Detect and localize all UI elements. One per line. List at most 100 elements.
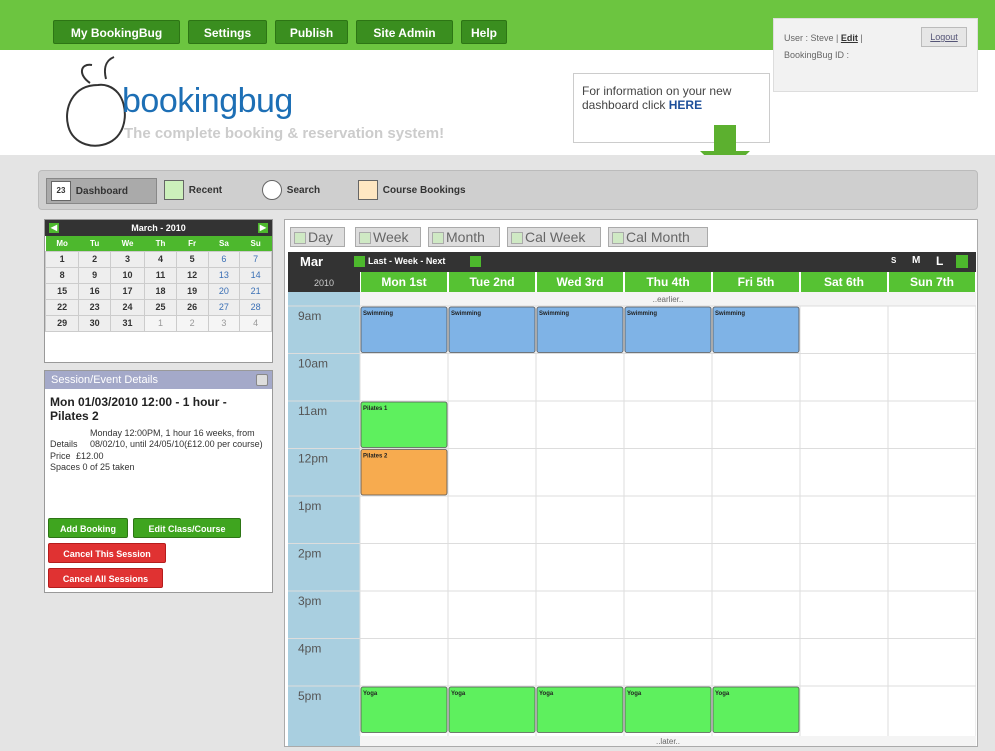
mini-calendar-day[interactable]: 8 xyxy=(44,266,80,284)
mini-calendar-day[interactable]: 28 xyxy=(239,298,272,316)
month-label: Mar xyxy=(300,254,324,269)
nav-site-admin[interactable]: Site Admin xyxy=(356,20,453,44)
next-month-arrow-icon[interactable]: ▶ xyxy=(258,223,268,233)
view-cal-week-icon xyxy=(511,232,523,245)
mini-calendar-day[interactable]: 22 xyxy=(44,298,80,316)
mini-calendar-day[interactable]: 21 xyxy=(239,282,272,300)
mini-calendar-day[interactable]: 7 xyxy=(239,250,272,268)
mini-calendar: ◀ March - 2010 ▶ Mo Tu We Th Fr Sa Su 1 2 3 4 5 6 7 8 9… xyxy=(44,219,273,363)
logout-button[interactable]: Logout xyxy=(921,27,967,47)
view-day-icon xyxy=(294,232,306,245)
mini-calendar-day[interactable]: 1 xyxy=(144,314,177,332)
view-day-button[interactable]: Day xyxy=(290,227,345,247)
mini-calendar-day[interactable]: 27 xyxy=(207,298,241,316)
search-icon xyxy=(262,180,282,201)
info-here-link[interactable]: HERE xyxy=(669,98,702,112)
view-cal-week-button[interactable]: Cal Week xyxy=(507,227,601,247)
day-header-label: Thu 4th xyxy=(646,275,689,289)
details-header: Session/Event Details xyxy=(51,374,158,386)
size-l-button[interactable]: L xyxy=(936,254,943,268)
day-header-label: Sun 7th xyxy=(910,275,954,289)
mini-calendar-day[interactable]: 3 xyxy=(207,314,241,332)
hour-label: 1pm xyxy=(298,499,321,513)
mini-calendar-day[interactable]: 4 xyxy=(239,314,272,332)
mini-calendar-day[interactable]: 13 xyxy=(207,266,241,284)
mini-calendar-day[interactable]: 15 xyxy=(44,282,80,300)
next-week-icon[interactable] xyxy=(470,256,481,267)
day-header-label: Tue 2nd xyxy=(469,275,514,289)
mini-calendar-day[interactable]: 30 xyxy=(78,314,111,332)
weekday-header: We xyxy=(110,236,145,251)
event-label: Yoga xyxy=(451,691,466,697)
tab-course-bookings[interactable]: Course Bookings xyxy=(358,178,466,204)
week-calendar-grid: 2010 Mon 1st Tue 2nd Wed 3rd Thu 4th Fri 5th S… xyxy=(288,272,976,746)
mini-calendar-day[interactable]: 12 xyxy=(175,266,209,284)
mini-calendar-day[interactable]: 26 xyxy=(175,298,209,316)
event-label: Yoga xyxy=(715,691,730,697)
minimize-icon[interactable] xyxy=(256,374,268,386)
tab-recent[interactable]: Recent xyxy=(164,178,222,204)
event-label: Swimming xyxy=(539,311,569,317)
mini-calendar-day[interactable]: 2 xyxy=(78,250,111,268)
recent-icon xyxy=(164,180,184,201)
day-header-label: Sat 6th xyxy=(824,275,864,289)
mini-calendar-day[interactable]: 11 xyxy=(144,266,177,284)
mini-calendar-day[interactable]: 10 xyxy=(109,266,146,284)
event-label: Yoga xyxy=(363,691,378,697)
week-nav-label[interactable]: Last - Week - Next xyxy=(368,256,445,266)
nav-help[interactable]: Help xyxy=(461,20,507,44)
mini-calendar-day[interactable]: 23 xyxy=(78,298,111,316)
prev-month-arrow-icon[interactable]: ◀ xyxy=(49,223,59,233)
view-cal-month-button[interactable]: Cal Month xyxy=(608,227,708,247)
mini-calendar-day[interactable]: 31 xyxy=(109,314,146,332)
event-label: Yoga xyxy=(627,691,642,697)
nav-my-bookingbug[interactable]: My BookingBug xyxy=(53,20,180,44)
mini-calendar-day[interactable]: 9 xyxy=(78,266,111,284)
view-cal-month-label: Cal Month xyxy=(626,229,690,245)
mini-calendar-day[interactable]: 18 xyxy=(144,282,177,300)
day-header-label: Fri 5th xyxy=(738,275,775,289)
mini-calendar-day[interactable]: 6 xyxy=(207,250,241,268)
mini-calendar-day[interactable]: 24 xyxy=(109,298,146,316)
event-label: Pilates 1 xyxy=(363,406,388,412)
separator: | xyxy=(860,33,863,43)
session-details-panel: Session/Event Details Mon 01/03/2010 12:… xyxy=(44,370,273,593)
cancel-all-sessions-button[interactable]: Cancel All Sessions xyxy=(48,568,163,588)
add-booking-button[interactable]: Add Booking xyxy=(48,518,128,538)
mini-calendar-day[interactable]: 16 xyxy=(78,282,111,300)
mini-calendar-day[interactable]: 1 xyxy=(44,250,80,268)
size-s-button[interactable]: S xyxy=(891,256,896,265)
mini-calendar-day[interactable]: 29 xyxy=(44,314,80,332)
view-week-button[interactable]: Week xyxy=(355,227,421,247)
tab-search-label: Search xyxy=(286,185,321,196)
edit-user-link[interactable]: Edit xyxy=(841,33,858,43)
later-link[interactable]: ..later.. xyxy=(656,737,680,746)
bookingbug-id: BookingBug ID : xyxy=(784,50,850,60)
weekday-header: Sa xyxy=(208,236,240,251)
hour-label: 11am xyxy=(298,404,327,418)
mini-calendar-day[interactable]: 2 xyxy=(175,314,209,332)
mini-calendar-day[interactable]: 19 xyxy=(175,282,209,300)
nav-settings[interactable]: Settings xyxy=(188,20,267,44)
mini-calendar-day[interactable]: 20 xyxy=(207,282,241,300)
event-label: Pilates 2 xyxy=(363,454,388,460)
mini-calendar-day[interactable]: 5 xyxy=(175,250,209,268)
tab-search[interactable]: Search xyxy=(262,178,320,204)
refresh-icon[interactable] xyxy=(956,255,968,268)
size-m-button[interactable]: M xyxy=(912,255,920,266)
mini-calendar-day[interactable]: 3 xyxy=(109,250,146,268)
mini-calendar-day[interactable]: 4 xyxy=(144,250,177,268)
edit-class-course-button[interactable]: Edit Class/Course xyxy=(133,518,241,538)
prev-week-icon[interactable] xyxy=(354,256,365,267)
earlier-link[interactable]: ..earlier.. xyxy=(653,295,684,304)
cancel-session-button[interactable]: Cancel This Session xyxy=(48,543,166,563)
view-month-button[interactable]: Month xyxy=(428,227,500,247)
tab-dashboard[interactable]: 23 Dashboard xyxy=(46,178,157,204)
nav-publish[interactable]: Publish xyxy=(275,20,348,44)
mini-calendar-day[interactable]: 25 xyxy=(144,298,177,316)
mini-calendar-day[interactable]: 17 xyxy=(109,282,146,300)
weekday-header: Tu xyxy=(78,236,111,251)
mini-calendar-day[interactable]: 14 xyxy=(239,266,272,284)
weekday-header: Su xyxy=(239,236,272,251)
hour-label: 2pm xyxy=(298,547,321,561)
